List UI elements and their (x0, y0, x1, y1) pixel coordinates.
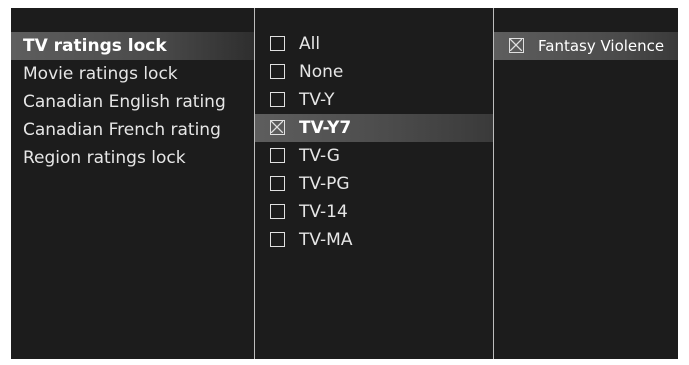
rating-option-label: TV-Y (299, 90, 335, 110)
rating-option-tv-14[interactable]: TV-14 (255, 198, 493, 226)
menu-item-region-ratings-lock[interactable]: Region ratings lock (11, 144, 254, 172)
rating-option-label: All (299, 34, 321, 54)
menu-item-canadian-french-rating[interactable]: Canadian French rating (11, 116, 254, 144)
menu-item-label: Canadian French rating (23, 120, 221, 140)
rating-option-label: TV-G (299, 146, 340, 166)
checkbox-checked-icon[interactable] (270, 120, 285, 135)
sub-rating-label: Fantasy Violence (538, 37, 665, 55)
rating-option-label: TV-MA (299, 230, 353, 250)
rating-option-none[interactable]: None (255, 58, 493, 86)
menu-item-label: Canadian English rating (23, 92, 226, 112)
rating-option-tv-y7[interactable]: TV-Y7 (255, 114, 493, 142)
rating-option-label: None (299, 62, 344, 82)
checkbox-unchecked-icon[interactable] (270, 148, 285, 163)
checkbox-unchecked-icon[interactable] (270, 36, 285, 51)
rating-option-label: TV-PG (299, 174, 350, 194)
rating-option-tv-pg[interactable]: TV-PG (255, 170, 493, 198)
checkbox-unchecked-icon[interactable] (270, 92, 285, 107)
rating-option-tv-g[interactable]: TV-G (255, 142, 493, 170)
x-mark-icon (510, 39, 522, 51)
x-mark-icon (271, 121, 283, 133)
rating-options-list: All None TV-Y TV-Y7 TV-G TV-PG TV-14 TV-… (255, 8, 493, 359)
checkbox-unchecked-icon[interactable] (270, 204, 285, 219)
menu-item-canadian-english-rating[interactable]: Canadian English rating (11, 88, 254, 116)
rating-option-tv-ma[interactable]: TV-MA (255, 226, 493, 254)
menu-item-label: TV ratings lock (23, 36, 167, 56)
checkbox-unchecked-icon[interactable] (270, 64, 285, 79)
rating-option-label: TV-Y7 (299, 118, 352, 138)
rating-option-all[interactable]: All (255, 30, 493, 58)
rating-option-tv-y[interactable]: TV-Y (255, 86, 493, 114)
ratings-lock-screen: TV ratings lock Movie ratings lock Canad… (11, 8, 678, 359)
checkbox-unchecked-icon[interactable] (270, 232, 285, 247)
menu-item-label: Movie ratings lock (23, 64, 178, 84)
category-menu: TV ratings lock Movie ratings lock Canad… (11, 8, 254, 359)
checkbox-unchecked-icon[interactable] (270, 176, 285, 191)
rating-option-label: TV-14 (299, 202, 348, 222)
sub-rating-list: Fantasy Violence (494, 8, 678, 359)
checkbox-checked-icon[interactable] (509, 38, 524, 53)
sub-rating-fantasy-violence[interactable]: Fantasy Violence (494, 32, 678, 60)
menu-item-tv-ratings-lock[interactable]: TV ratings lock (11, 32, 254, 60)
menu-item-label: Region ratings lock (23, 148, 186, 168)
menu-item-movie-ratings-lock[interactable]: Movie ratings lock (11, 60, 254, 88)
